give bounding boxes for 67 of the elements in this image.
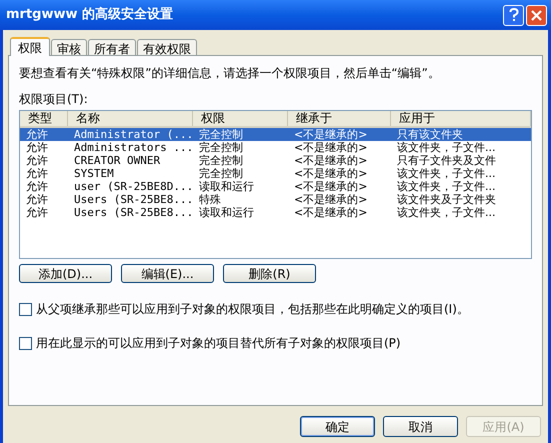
tab[interactable]: 有效权限 bbox=[137, 39, 197, 55]
table-cell-text: 读取和运行 bbox=[198, 206, 255, 219]
table-cell-text: <不是继承的> bbox=[293, 167, 368, 180]
table-cell-text: Administrator (... bbox=[73, 128, 193, 141]
checkbox-label: 用在此显示的可以应用到子对象的项目替代所有子对象的权限项目(P) bbox=[36, 335, 401, 352]
list-label: 权限项目(T): bbox=[19, 91, 89, 107]
table-cell-text: 允许 bbox=[25, 167, 49, 180]
table-cell-text: 完全控制 bbox=[198, 154, 244, 167]
table-cell-text: 该文件夹，子文件... bbox=[396, 141, 496, 154]
table-cell-text: 该文件夹，子文件... bbox=[396, 167, 496, 180]
tab[interactable]: 审核 bbox=[51, 39, 87, 55]
help-icon bbox=[508, 8, 518, 22]
list-action-button[interactable]: 添加(D)... bbox=[19, 264, 112, 283]
column-header[interactable]: 应用于 bbox=[391, 111, 531, 126]
table-cell-text: Administrators ... bbox=[73, 141, 193, 154]
column-header[interactable]: 继承于 bbox=[288, 111, 391, 126]
table-cell-text: <不是继承的> bbox=[293, 128, 368, 141]
table-cell-text: 完全控制 bbox=[198, 141, 244, 154]
checkbox[interactable] bbox=[19, 302, 32, 316]
column-header[interactable]: 权限 bbox=[193, 111, 288, 126]
table-cell-text: CREATOR OWNER bbox=[73, 154, 162, 167]
table-cell-text: 读取和运行 bbox=[198, 180, 255, 193]
dialog-button[interactable]: 确定 bbox=[300, 416, 375, 437]
table-cell-text: <不是继承的> bbox=[293, 141, 368, 154]
table-cell-text: 允许 bbox=[25, 141, 49, 154]
list-row[interactable]: 允许 user (SR-25BE8D... 读取和运行 <不是继承的> 该文件夹，子文件... bbox=[20, 180, 531, 193]
list-action-button[interactable]: 删除(R) bbox=[223, 264, 316, 283]
table-cell-text: 允许 bbox=[25, 154, 49, 167]
table-cell-text: 允许 bbox=[25, 206, 49, 219]
table-cell-text: 只有该文件夹 bbox=[396, 128, 464, 141]
intro-text: 要想查看有关“特殊权限”的详细信息，请选择一个权限项目，然后单击“编辑”。 bbox=[19, 65, 441, 81]
list-action-button[interactable]: 编辑(E)... bbox=[121, 264, 214, 283]
table-cell-text: user (SR-25BE8D... bbox=[73, 180, 193, 193]
close-button[interactable] bbox=[526, 4, 547, 26]
table-cell-text: 只有子文件夹及文件 bbox=[396, 154, 497, 167]
table-cell-text: Users (SR-25BE8... bbox=[73, 206, 193, 219]
table-cell-text: 允许 bbox=[25, 180, 49, 193]
table-cell-text: SYSTEM bbox=[73, 167, 115, 180]
tab[interactable]: 权限 bbox=[10, 37, 50, 56]
table-cell-text: 该文件夹，子文件... bbox=[396, 180, 496, 193]
table-cell-text: <不是继承的> bbox=[293, 180, 368, 193]
table-cell-text: 完全控制 bbox=[198, 167, 244, 180]
table-cell-text: <不是继承的> bbox=[293, 154, 368, 167]
list-row[interactable]: 允许 Users (SR-25BE8... 特殊 <不是继承的> 该文件夹及子文件夹 bbox=[20, 193, 531, 206]
list-row[interactable]: 允许 SYSTEM 完全控制 <不是继承的> 该文件夹，子文件... bbox=[20, 167, 531, 180]
list-row[interactable]: 允许 CREATOR OWNER 完全控制 <不是继承的> 只有子文件夹及文件 bbox=[20, 154, 531, 167]
list-row[interactable]: 允许 Users (SR-25BE8... 读取和运行 <不是继承的> 该文件夹，子文件... bbox=[20, 206, 531, 219]
help-button[interactable] bbox=[503, 4, 524, 26]
checkbox[interactable] bbox=[19, 336, 32, 350]
table-cell-text: 允许 bbox=[25, 193, 49, 206]
table-cell-text: 特殊 bbox=[198, 193, 222, 206]
window-title: mrtgwww 的高级安全设置 bbox=[5, 6, 174, 24]
dialog-button[interactable]: 取消 bbox=[383, 416, 458, 437]
table-cell-text: <不是继承的> bbox=[293, 193, 368, 206]
table-cell-text: 该文件夹，子文件... bbox=[396, 206, 496, 219]
checkbox-label: 从父项继承那些可以应用到子对象的权限项目，包括那些在此明确定义的项目(I)。 bbox=[36, 301, 469, 318]
table-cell-text: 该文件夹及子文件夹 bbox=[396, 193, 497, 206]
tab[interactable]: 所有者 bbox=[88, 39, 136, 55]
column-header[interactable]: 名称 bbox=[68, 111, 193, 126]
table-cell-text: 完全控制 bbox=[198, 128, 244, 141]
list-row[interactable]: 允许 Administrator (... 完全控制 <不是继承的> 只有该文件夹 bbox=[20, 128, 531, 141]
table-cell-text: <不是继承的> bbox=[293, 206, 368, 219]
table-cell-text: 允许 bbox=[25, 128, 49, 141]
list-row[interactable]: 允许 Administrators ... 完全控制 <不是继承的> 该文件夹，子文件... bbox=[20, 141, 531, 154]
column-header[interactable]: 类型 bbox=[20, 111, 68, 126]
close-icon bbox=[531, 10, 542, 20]
table-cell-text: Users (SR-25BE8... bbox=[73, 193, 193, 206]
